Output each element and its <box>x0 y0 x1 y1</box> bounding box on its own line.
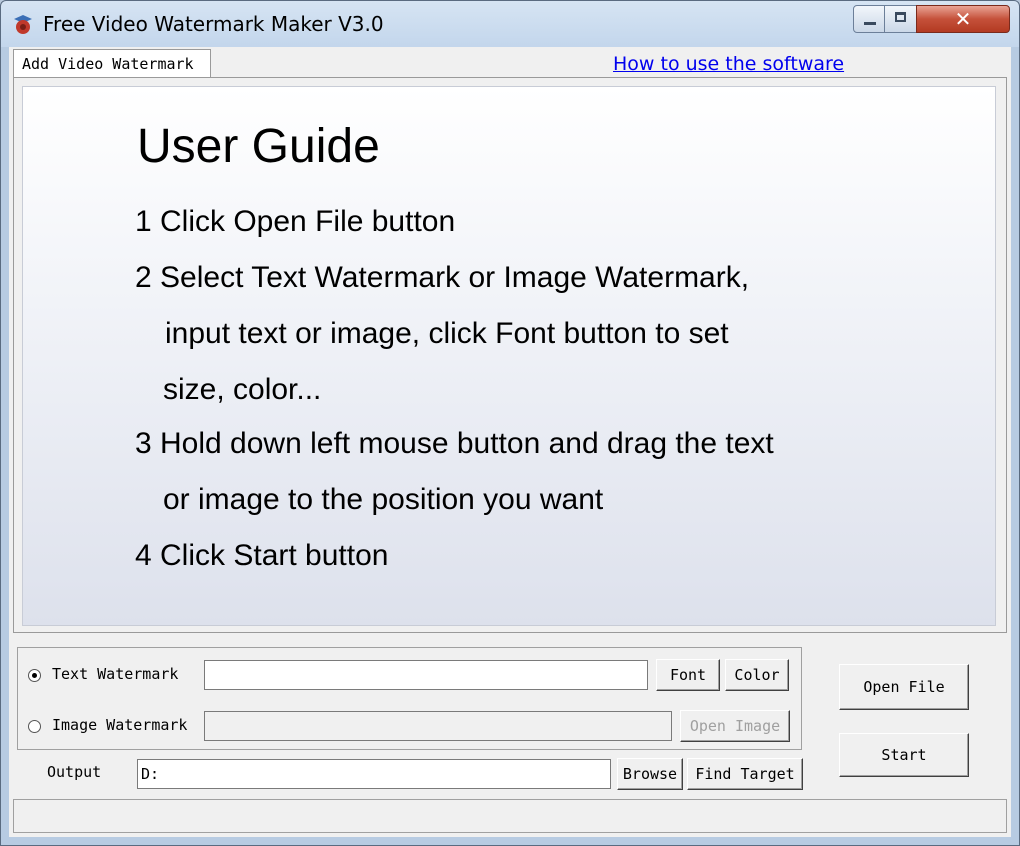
guide-step-3: 3 Hold down left mouse button and drag t… <box>135 427 774 460</box>
guide-title: User Guide <box>137 120 380 173</box>
color-button[interactable]: Color <box>725 659 789 691</box>
help-link[interactable]: How to use the software <box>613 53 844 75</box>
title-bar[interactable]: Free Video Watermark Maker V3.0 ✕ <box>1 1 1019 47</box>
output-label: Output <box>47 763 102 781</box>
image-watermark-input[interactable] <box>204 711 672 741</box>
guide-step-2: 2 Select Text Watermark or Image Waterma… <box>135 261 750 294</box>
close-icon: ✕ <box>954 7 972 31</box>
maximize-icon <box>895 12 906 22</box>
text-watermark-input[interactable] <box>204 660 648 690</box>
guide-step-2-cont2: size, color... <box>163 373 322 406</box>
tab-add-video-watermark[interactable]: Add Video Watermark <box>13 49 211 77</box>
font-button[interactable]: Font <box>656 659 720 691</box>
open-file-button[interactable]: Open File <box>839 664 969 710</box>
maximize-button[interactable] <box>884 5 917 33</box>
image-watermark-radio[interactable] <box>28 720 41 733</box>
guide-step-2-cont: input text or image, click Font button t… <box>165 317 729 350</box>
video-preview-area[interactable]: User Guide 1 Click Open File button 2 Se… <box>22 86 996 626</box>
status-bar <box>13 799 1007 833</box>
watermark-group: Text Watermark Font Color Image Watermar… <box>17 647 802 750</box>
app-window: Free Video Watermark Maker V3.0 ✕ Add Vi… <box>0 0 1020 846</box>
window-title: Free Video Watermark Maker V3.0 <box>43 12 384 36</box>
output-path-input[interactable]: D: <box>137 759 611 789</box>
app-icon <box>14 15 32 34</box>
start-button[interactable]: Start <box>839 733 969 777</box>
open-image-button[interactable]: Open Image <box>680 710 790 742</box>
minimize-button[interactable] <box>853 5 885 33</box>
close-button[interactable]: ✕ <box>916 5 1010 33</box>
find-target-button[interactable]: Find Target <box>687 758 803 790</box>
guide-step-4: 4 Click Start button <box>135 539 389 572</box>
guide-step-3-cont: or image to the position you want <box>163 483 604 516</box>
image-watermark-label[interactable]: Image Watermark <box>52 716 187 734</box>
minimize-icon <box>864 22 876 25</box>
text-watermark-radio[interactable] <box>28 669 41 682</box>
tab-panel: User Guide 1 Click Open File button 2 Se… <box>13 77 1007 633</box>
guide-step-1: 1 Click Open File button <box>135 205 456 238</box>
browse-button[interactable]: Browse <box>617 758 683 790</box>
text-watermark-label[interactable]: Text Watermark <box>52 665 178 683</box>
client-area: Add Video Watermark How to use the softw… <box>9 47 1011 837</box>
